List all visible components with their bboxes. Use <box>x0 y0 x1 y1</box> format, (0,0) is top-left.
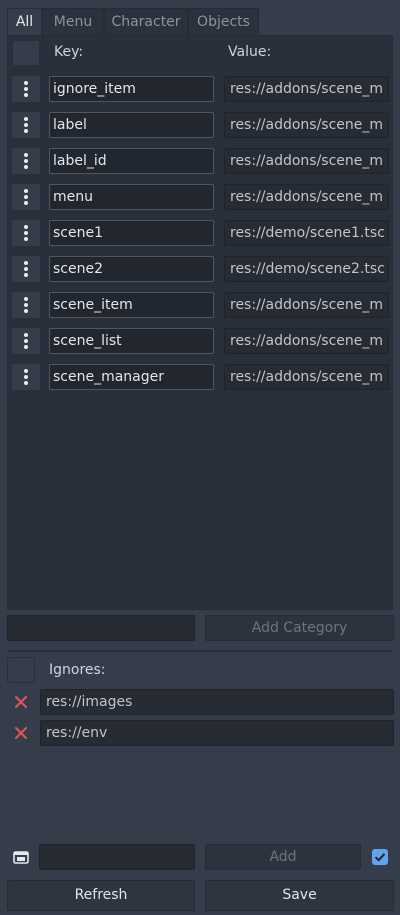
remove-ignore-button[interactable] <box>7 720 34 746</box>
checkbox-checked-icon <box>372 849 388 865</box>
add-ignore-button[interactable]: Add <box>205 844 361 870</box>
close-icon <box>14 727 27 739</box>
ignores-toggle[interactable] <box>7 657 35 683</box>
row-menu-button[interactable] <box>12 148 40 174</box>
value-field[interactable]: res://demo/scene2.tsc <box>224 256 389 282</box>
close-icon <box>14 696 27 708</box>
vertical-dots-icon <box>24 369 28 385</box>
vertical-dots-icon <box>24 153 28 169</box>
browse-folder-button[interactable] <box>7 844 34 870</box>
tab-all[interactable]: All <box>7 8 42 36</box>
row-menu-button[interactable] <box>12 328 40 354</box>
key-input[interactable]: scene_item <box>49 292 214 318</box>
tab-character[interactable]: Character <box>104 8 188 36</box>
vertical-dots-icon <box>24 225 28 241</box>
key-input[interactable]: label_id <box>49 148 214 174</box>
remove-ignore-button[interactable] <box>7 689 34 715</box>
value-field[interactable]: res://addons/scene_m <box>224 112 389 138</box>
vertical-dots-icon <box>24 261 28 277</box>
key-input[interactable]: ignore_item <box>49 76 214 102</box>
row-menu-button[interactable] <box>12 76 40 102</box>
tab-menu[interactable]: Menu <box>42 8 104 36</box>
select-all-toggle[interactable] <box>12 40 40 66</box>
key-input[interactable]: label <box>49 112 214 138</box>
row-menu-button[interactable] <box>12 292 40 318</box>
ignore-path-input[interactable]: res://images <box>40 689 394 715</box>
row-menu-button[interactable] <box>12 184 40 210</box>
value-field[interactable]: res://addons/scene_m <box>224 328 389 354</box>
value-header: Value: <box>228 44 272 60</box>
vertical-dots-icon <box>24 81 28 97</box>
category-name-input[interactable] <box>7 615 195 641</box>
ignore-path-new-input[interactable] <box>39 844 195 870</box>
ignore-path-input[interactable]: res://env <box>40 720 394 746</box>
vertical-dots-icon <box>24 117 28 133</box>
add-category-button[interactable]: Add Category <box>205 615 394 641</box>
auto-save-checkbox[interactable] <box>366 844 394 870</box>
refresh-button[interactable]: Refresh <box>7 880 195 911</box>
ignores-header: Ignores: <box>49 662 106 678</box>
row-menu-button[interactable] <box>12 256 40 282</box>
key-header: Key: <box>54 44 84 60</box>
vertical-dots-icon <box>24 333 28 349</box>
key-input[interactable]: scene1 <box>49 220 214 246</box>
value-field[interactable]: res://addons/scene_m <box>224 292 389 318</box>
save-button[interactable]: Save <box>205 880 394 911</box>
key-input[interactable]: scene_list <box>49 328 214 354</box>
value-field[interactable]: res://demo/scene1.tsc <box>224 220 389 246</box>
value-field[interactable]: res://addons/scene_m <box>224 76 389 102</box>
value-field[interactable]: res://addons/scene_m <box>224 184 389 210</box>
vertical-dots-icon <box>24 189 28 205</box>
key-input[interactable]: scene_manager <box>49 364 214 390</box>
vertical-dots-icon <box>24 297 28 313</box>
value-field[interactable]: res://addons/scene_m <box>224 364 389 390</box>
row-menu-button[interactable] <box>12 112 40 138</box>
tab-objects[interactable]: Objects <box>188 8 259 36</box>
row-menu-button[interactable] <box>12 364 40 390</box>
separator <box>7 650 393 652</box>
row-menu-button[interactable] <box>12 220 40 246</box>
value-field[interactable]: res://addons/scene_m <box>224 148 389 174</box>
key-input[interactable]: scene2 <box>49 256 214 282</box>
folder-icon <box>12 851 29 864</box>
key-input[interactable]: menu <box>49 184 214 210</box>
